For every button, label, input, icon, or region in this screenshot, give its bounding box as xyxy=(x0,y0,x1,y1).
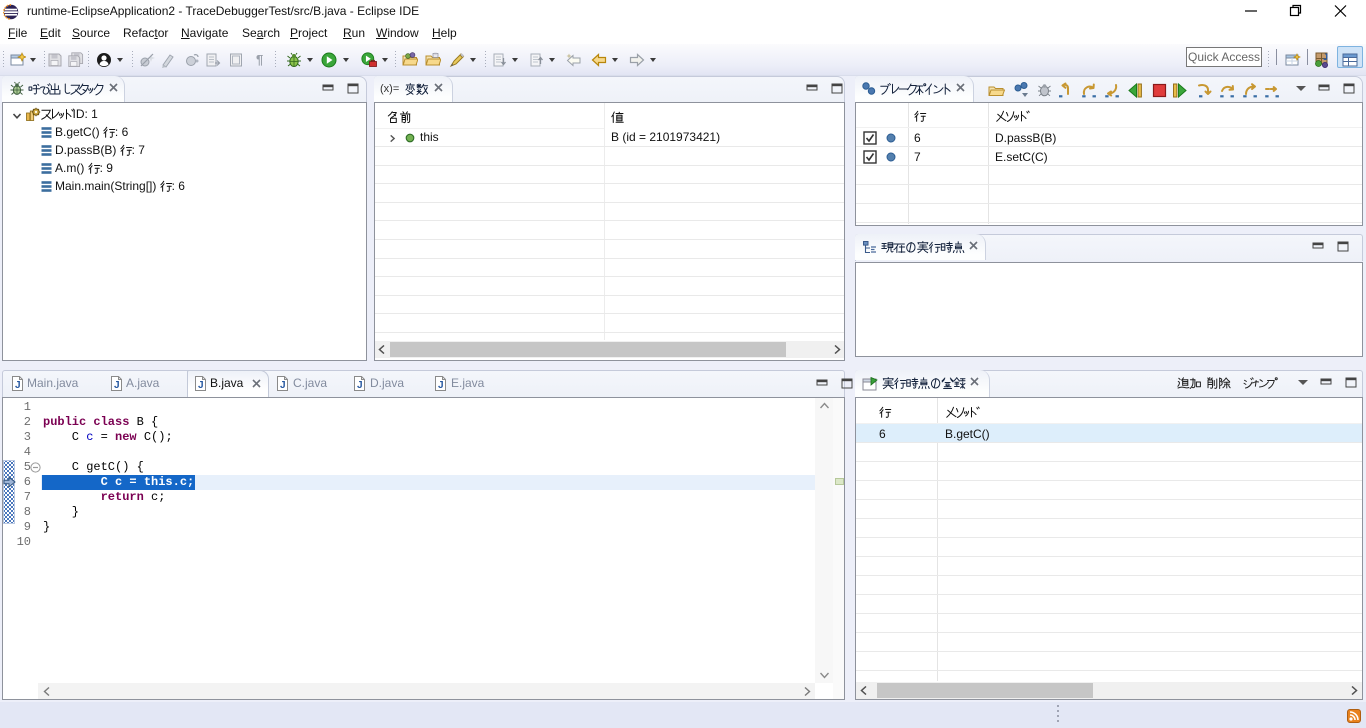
svg-text:J: J xyxy=(357,380,363,391)
svg-text:J: J xyxy=(280,380,286,391)
svg-text:J: J xyxy=(15,380,21,391)
svg-text:J: J xyxy=(1323,52,1328,62)
svg-text:J: J xyxy=(198,380,204,391)
svg-text:J: J xyxy=(114,380,120,391)
svg-text:J: J xyxy=(438,380,444,391)
